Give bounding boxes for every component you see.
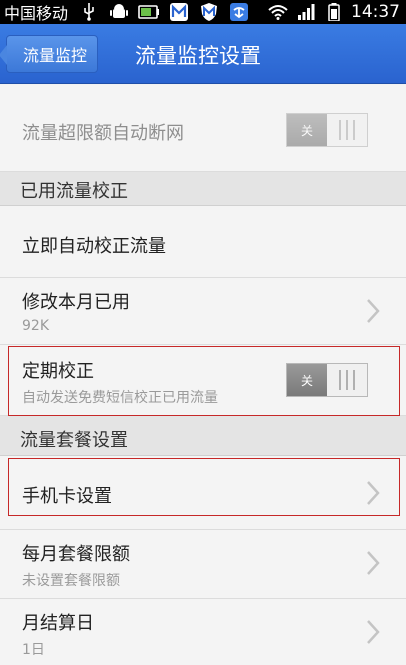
download-icon [228, 3, 250, 21]
auto-disconnect-toggle[interactable]: 关 [286, 113, 368, 147]
auto-calibrate-title: 立即自动校正流量 [22, 236, 166, 257]
monthly-limit-title: 每月套餐限额 [22, 544, 130, 565]
highlight-box [8, 458, 400, 516]
back-button[interactable]: 流量监控 [0, 35, 98, 73]
action-bar: 流量监控 流量监控设置 [0, 24, 406, 84]
status-bar: 中国移动 14:37 [0, 0, 406, 24]
carrier-name: 中国移动 [4, 4, 69, 23]
chevron-right-icon [367, 299, 380, 323]
app-m-icon [168, 3, 190, 21]
app-m-shield-icon [198, 3, 220, 21]
auto-disconnect-title: 流量超限额自动断网 [22, 123, 184, 144]
highlight-box [8, 346, 400, 416]
monthly-limit-row[interactable]: 每月套餐限额 未设置套餐限额 [0, 530, 406, 599]
section-header-calibration: 已用流量校正 [0, 172, 406, 206]
billing-day-row[interactable]: 月结算日 1日 [0, 599, 406, 665]
section-title: 已用流量校正 [20, 181, 128, 202]
android-debug-icon [108, 3, 130, 21]
wifi-icon [267, 3, 289, 21]
back-button-label: 流量监控 [22, 46, 87, 65]
auto-disconnect-row: 流量超限额自动断网 关 [0, 85, 406, 172]
section-title: 流量套餐设置 [20, 430, 128, 451]
billing-day-value: 1日 [22, 642, 45, 658]
section-header-plan: 流量套餐设置 [0, 416, 406, 456]
notification-icons [78, 3, 258, 21]
billing-day-title: 月结算日 [22, 613, 94, 634]
clock: 14:37 [351, 2, 400, 22]
toggle-knob: 关 [287, 114, 327, 146]
chevron-right-icon [367, 551, 380, 575]
modify-used-title: 修改本月已用 [22, 292, 130, 313]
monthly-limit-subtitle: 未设置套餐限额 [22, 573, 120, 589]
modify-used-value: 92K [22, 318, 49, 334]
page-title: 流量监控设置 [135, 44, 261, 68]
modify-used-row[interactable]: 修改本月已用 92K [0, 278, 406, 345]
battery-icon [323, 3, 345, 21]
system-icons: 14:37 [267, 0, 400, 24]
usb-icon [78, 3, 100, 21]
battery-saver-icon [138, 3, 160, 21]
toggle-grip [327, 114, 367, 146]
chevron-right-icon [367, 620, 380, 644]
signal-icon [295, 3, 317, 21]
auto-calibrate-row[interactable]: 立即自动校正流量 [0, 206, 406, 278]
